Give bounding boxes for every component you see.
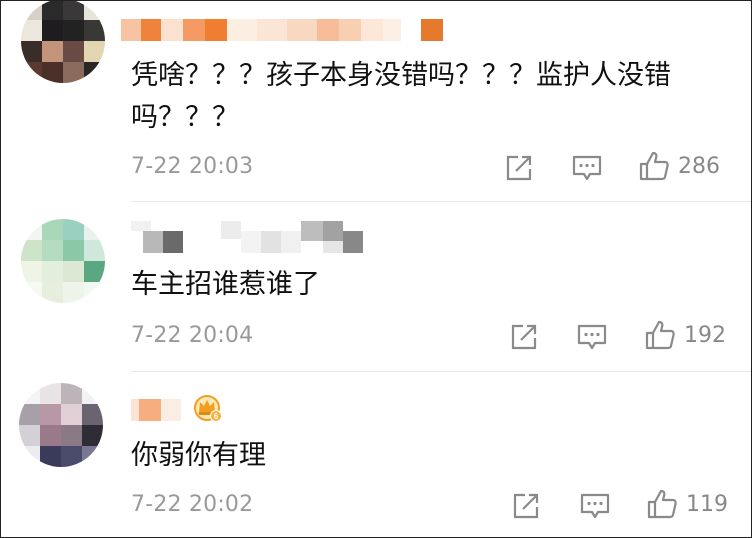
share-button[interactable]: [509, 322, 539, 352]
share-icon: [506, 155, 532, 181]
crown-badge-icon: 6: [194, 395, 222, 422]
comment-timestamp: 7-22 20:02: [131, 492, 254, 517]
share-button[interactable]: [504, 153, 534, 183]
comment-item: 车主招谁惹谁了 7-22 20:04 192: [1, 201, 751, 371]
like-count: 119: [686, 491, 728, 517]
comment-text: 车主招谁惹谁了: [131, 269, 320, 300]
comment-button[interactable]: [579, 491, 611, 521]
comment-list: 凭啥？？？孩子本身没错吗？？？监护人没错吗？？？ 7-22 20:03 286: [0, 0, 752, 538]
like-button[interactable]: 286: [638, 150, 720, 182]
comment-item: 6 你弱你有理 7-22 20:02 119: [1, 371, 751, 537]
comment-text: 凭啥？？？孩子本身没错吗？？？监护人没错吗？？？: [131, 60, 671, 133]
share-icon: [511, 324, 537, 350]
comment-icon: [572, 155, 602, 181]
comment-icon: [580, 493, 610, 519]
share-button[interactable]: [511, 491, 541, 521]
thumbs-up-icon: [647, 489, 677, 519]
comment-timestamp: 7-22 20:04: [131, 323, 254, 348]
like-button[interactable]: 192: [644, 319, 726, 351]
comment-button[interactable]: [571, 153, 603, 183]
comment-timestamp: 7-22 20:03: [131, 154, 254, 179]
avatar[interactable]: [19, 383, 103, 467]
thumbs-up-icon: [639, 151, 669, 181]
like-button[interactable]: 119: [646, 488, 728, 520]
comment-item: 凭啥？？？孩子本身没错吗？？？监护人没错吗？？？ 7-22 20:03 286: [1, 1, 751, 201]
share-icon: [513, 493, 539, 519]
avatar[interactable]: [21, 1, 105, 83]
thumbs-up-icon: [645, 320, 675, 350]
comment-text: 你弱你有理: [131, 440, 266, 471]
avatar[interactable]: [21, 219, 105, 303]
username-redacted[interactable]: [131, 221, 371, 253]
username-redacted[interactable]: [121, 19, 451, 41]
like-count: 192: [684, 322, 726, 348]
like-count: 286: [678, 153, 720, 179]
svg-text:6: 6: [214, 412, 219, 421]
comment-button[interactable]: [576, 322, 608, 352]
comment-icon: [577, 324, 607, 350]
